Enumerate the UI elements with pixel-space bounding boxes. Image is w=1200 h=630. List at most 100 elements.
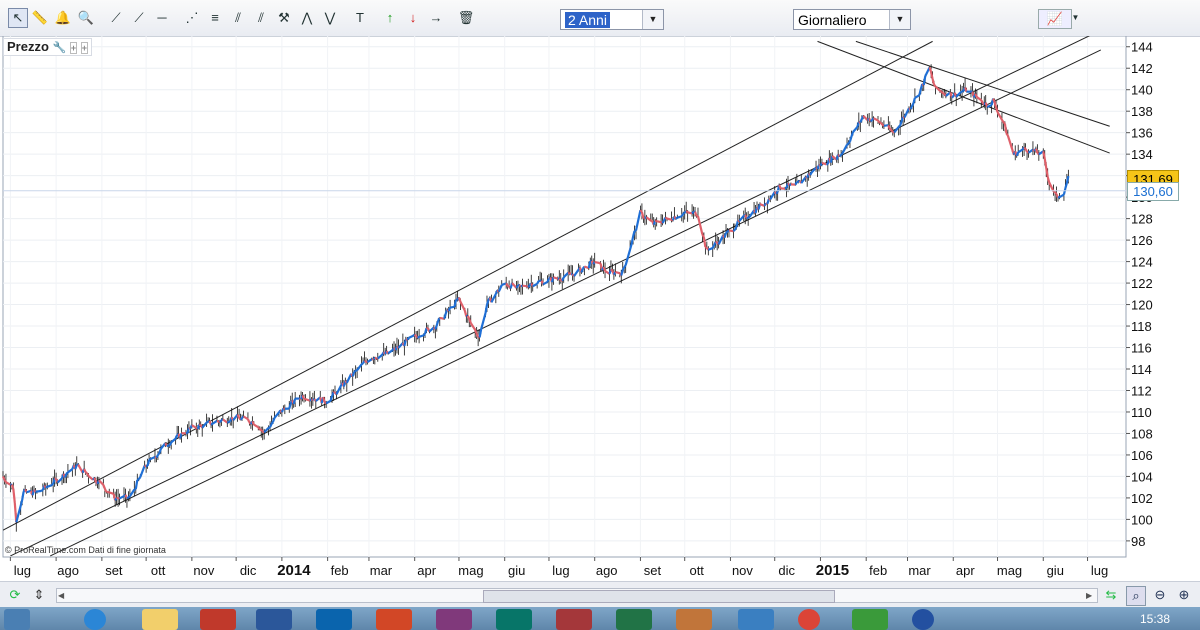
- minimize-panel-icon[interactable]: +: [80, 42, 89, 54]
- ruler-icon[interactable]: 📏: [31, 9, 49, 27]
- folder-icon[interactable]: [142, 609, 178, 630]
- chart-style-icon[interactable]: 📈: [1038, 9, 1072, 29]
- current-price-badge: 130,60: [1127, 181, 1179, 201]
- price-segment: [933, 83, 937, 88]
- publisher-icon[interactable]: [496, 609, 532, 630]
- price-segment: [610, 268, 614, 272]
- chevron-down-icon[interactable]: ▼: [1071, 9, 1080, 27]
- fibonacci-icon[interactable]: ≡: [206, 9, 224, 27]
- x-tick-label: 2015: [816, 562, 849, 579]
- period-select[interactable]: 2 Anni ▼: [560, 9, 664, 30]
- price-segment: [900, 116, 905, 122]
- app3-icon[interactable]: [738, 609, 774, 630]
- horizontal-scrollbar[interactable]: ◀ ▶: [56, 588, 1098, 603]
- x-tick-label: lug: [552, 563, 569, 578]
- x-tick-label: lug: [1091, 563, 1108, 578]
- plot-area[interactable]: [2, 35, 1127, 558]
- trendline-icon[interactable]: ⟋: [107, 9, 125, 27]
- price-segment: [561, 276, 565, 282]
- price-segment: [939, 89, 942, 93]
- scroll-right-icon[interactable]: ▶: [1086, 589, 1096, 602]
- price-segment: [65, 471, 69, 475]
- price-segment: [909, 105, 913, 110]
- pattern-icon[interactable]: ⋀: [298, 9, 316, 27]
- browser-icon[interactable]: [84, 609, 106, 630]
- price-segment: [527, 284, 531, 288]
- access-icon[interactable]: [556, 609, 592, 630]
- app-icon[interactable]: [200, 609, 236, 630]
- tools-icon[interactable]: ⚒: [275, 9, 293, 27]
- price-segment: [36, 489, 42, 493]
- app2-icon[interactable]: [676, 609, 712, 630]
- price-segment: [980, 99, 984, 104]
- pattern2-icon[interactable]: ⋁: [321, 9, 339, 27]
- price-segment: [664, 216, 668, 220]
- price-segment: [691, 211, 695, 215]
- price-segment: [850, 131, 854, 137]
- price-segment: [228, 420, 231, 424]
- price-segment: [687, 211, 693, 215]
- word-icon[interactable]: [256, 609, 292, 630]
- price-segment: [1055, 193, 1060, 199]
- fan-icon[interactable]: ⋰: [183, 9, 201, 27]
- price-segment: [24, 488, 28, 493]
- price-segment: [928, 67, 933, 73]
- price-segment: [840, 152, 844, 156]
- add-panel-icon[interactable]: +: [69, 42, 78, 54]
- help-icon[interactable]: [912, 609, 934, 630]
- interval-select[interactable]: Giornaliero ▼: [793, 9, 911, 30]
- exit-arrow-icon[interactable]: →: [427, 9, 445, 27]
- price-segment: [877, 119, 881, 124]
- auto-scroll-icon[interactable]: ⇆: [1102, 586, 1120, 604]
- scale-icon[interactable]: ⇕: [30, 586, 48, 604]
- price-segment: [848, 136, 853, 142]
- trendline2-icon[interactable]: ⟋: [130, 9, 148, 27]
- onenote-icon[interactable]: [436, 609, 472, 630]
- alert-bell-icon[interactable]: 🔔: [54, 9, 72, 27]
- price-segment: [40, 489, 44, 492]
- price-segment: [423, 327, 428, 335]
- price-segment: [1054, 191, 1058, 195]
- price-segment: [656, 220, 662, 224]
- price-segment: [592, 261, 596, 265]
- zoom-out-icon[interactable]: ⊖: [1151, 586, 1169, 604]
- period-select-value: 2 Anni: [565, 12, 610, 28]
- price-segment: [102, 484, 106, 489]
- price-segment: [353, 369, 357, 373]
- price-segment: [821, 161, 827, 166]
- sell-arrow-icon[interactable]: ↓: [404, 9, 422, 27]
- chart-canvas[interactable]: 98 100 102 104 106 108 110 112 114 116 118 120 122 12…: [0, 35, 1200, 581]
- price-segment: [406, 337, 410, 341]
- price-segment: [196, 424, 201, 430]
- excel-icon[interactable]: [616, 609, 652, 630]
- channel-icon[interactable]: ⫽: [229, 9, 247, 27]
- text-icon[interactable]: T: [351, 9, 369, 27]
- outlook-icon[interactable]: [316, 609, 352, 630]
- price-segment: [676, 215, 683, 219]
- start-icon[interactable]: [4, 609, 30, 630]
- cursor-icon[interactable]: ↖: [8, 8, 28, 28]
- zoom-in-icon[interactable]: ⊕: [1175, 586, 1193, 604]
- zoom-window-icon[interactable]: ⌕: [1126, 586, 1146, 606]
- price-segment: [784, 186, 788, 190]
- channel2-icon[interactable]: ⫽: [252, 9, 270, 27]
- price-segment: [127, 495, 131, 499]
- trash-icon[interactable]: 🗑: [457, 9, 475, 27]
- chrome-icon[interactable]: [798, 609, 820, 630]
- scroll-left-icon[interactable]: ◀: [58, 589, 68, 602]
- price-segment: [763, 202, 767, 207]
- prorealtime-icon[interactable]: [852, 609, 888, 630]
- buy-arrow-icon[interactable]: ↑: [381, 9, 399, 27]
- hline-icon[interactable]: ─: [153, 9, 171, 27]
- price-segment: [329, 395, 334, 402]
- price-segment: [453, 299, 458, 308]
- price-segment: [417, 335, 420, 339]
- scroll-thumb[interactable]: [483, 590, 835, 603]
- wrench-icon[interactable]: 🔧: [53, 42, 67, 54]
- price-chart[interactable]: 98 100 102 104 106 108 110 112 114 116 118 120 122 12…: [0, 35, 1200, 581]
- price-segment: [746, 216, 749, 220]
- zoom-icon[interactable]: 🔍: [77, 9, 95, 27]
- refresh-icon[interactable]: ⟳: [6, 586, 24, 604]
- panel-title: Prezzo 🔧 + +: [3, 38, 93, 56]
- powerpoint-icon[interactable]: [376, 609, 412, 630]
